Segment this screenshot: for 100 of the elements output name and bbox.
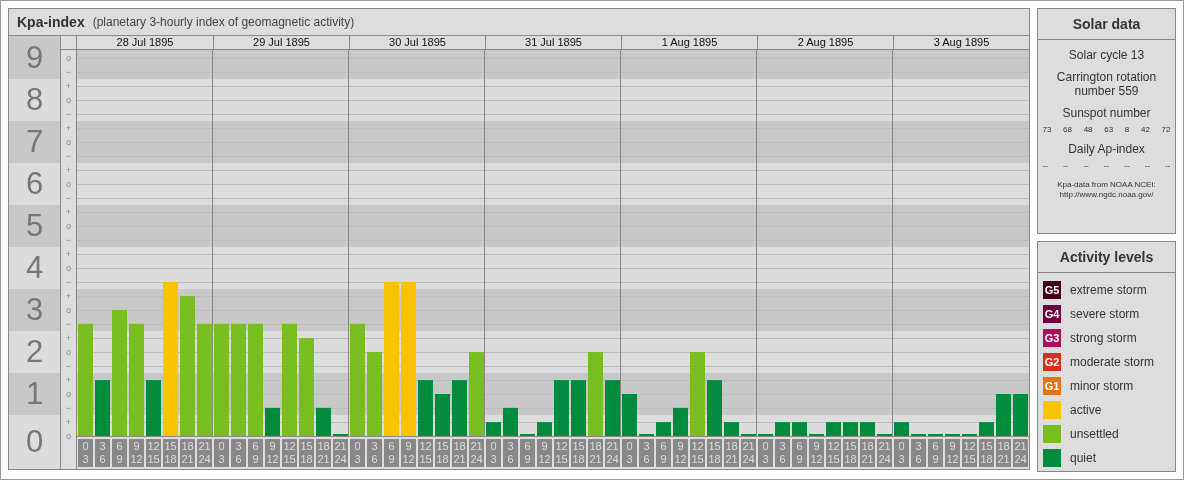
time-slot-label: 0 3	[486, 439, 501, 467]
kp-bar	[707, 380, 722, 436]
time-slot-label: 6 9	[928, 439, 943, 467]
time-slot-label: 21 24	[605, 439, 620, 467]
kp-bar	[435, 394, 450, 436]
legend-label: extreme storm	[1070, 283, 1147, 297]
kp-bar	[843, 422, 858, 436]
legend-label: severe storm	[1070, 307, 1140, 321]
chart-subtitle: (planetary 3-hourly index of geomagnetic activity)	[92, 15, 355, 29]
step-label: o	[65, 388, 72, 401]
time-slot-label: 18 21	[316, 439, 331, 467]
step-label: −	[64, 234, 73, 247]
time-slot-label: 9 12	[129, 439, 144, 467]
ap-index-value: --	[1124, 161, 1130, 170]
time-slot-label: 0 3	[214, 439, 229, 467]
data-source-note: Kpa-data from NOAA NCEI: http://www.ngdc.noaa.gov/	[1056, 180, 1157, 200]
time-slot-label: 18 21	[724, 439, 739, 467]
time-slot-label: 0 3	[78, 439, 93, 467]
time-slot-label: 6 9	[520, 439, 535, 467]
solar-cycle: Solar cycle 13	[1067, 48, 1146, 62]
step-label: −	[64, 402, 73, 415]
kp-bar	[554, 380, 569, 436]
ap-index-value: --	[1165, 161, 1171, 170]
step-label: +	[64, 374, 73, 387]
time-slot-label: 0 3	[894, 439, 909, 467]
storm-level-badge: G4	[1043, 305, 1061, 323]
time-slot-label: 21 24	[877, 439, 892, 467]
chart-title: Kpa-index	[17, 14, 85, 30]
kp-bar	[622, 394, 637, 436]
legend-label: strong storm	[1070, 331, 1137, 345]
time-slot-label: 15 18	[571, 439, 586, 467]
step-label: −	[64, 192, 73, 205]
kp-bar	[605, 380, 620, 436]
storm-level-badge: G3	[1043, 329, 1061, 347]
panel-title: Solar data	[1038, 9, 1175, 40]
time-slot-label: 9 12	[809, 439, 824, 467]
time-slot-label: 12 15	[554, 439, 569, 467]
legend-label: active	[1070, 403, 1102, 417]
step-label: +	[64, 122, 73, 135]
kp-bar	[894, 422, 909, 436]
y-axis-label: 3	[9, 289, 60, 331]
step-label: −	[64, 360, 73, 373]
sunspot-number: 73	[1042, 125, 1052, 134]
step-label: o	[65, 430, 72, 443]
step-label: −	[64, 276, 73, 289]
time-slot-label: 9 12	[945, 439, 960, 467]
time-slot-label: 3 6	[911, 439, 926, 467]
storm-level-badge: G1	[1043, 377, 1061, 395]
step-label: +	[64, 416, 73, 429]
time-slot-label: 12 15	[826, 439, 841, 467]
step-label: +	[64, 80, 73, 93]
legend-label: moderate storm	[1070, 355, 1155, 369]
kp-bar	[486, 422, 501, 436]
time-slot-label: 6 9	[384, 439, 399, 467]
kp-bar	[452, 380, 467, 436]
kp-bar	[316, 407, 331, 436]
sunspot-number: 68	[1063, 125, 1072, 134]
sunspot-number: 63	[1104, 125, 1114, 134]
date-header: 29 Jul 1895	[213, 36, 349, 49]
legend-label: quiet	[1070, 451, 1097, 465]
y-axis-label: 9	[9, 36, 60, 79]
legend-label: unsettled	[1070, 427, 1119, 441]
time-slot-label: 3 6	[367, 439, 382, 467]
time-slot-label: 18 21	[452, 439, 467, 467]
time-slot-label: 21 24	[197, 439, 212, 467]
ap-index-value: --	[1042, 161, 1048, 170]
time-slot-label: 15 18	[435, 439, 450, 467]
time-slot-label: 9 12	[401, 439, 416, 467]
date-header: 3 Aug 1895	[893, 36, 1029, 49]
kp-bar	[775, 422, 790, 436]
time-slot-label: 15 18	[299, 439, 314, 467]
legend-label: minor storm	[1070, 379, 1134, 393]
step-label: +	[64, 206, 73, 219]
ap-index-value: --	[1144, 161, 1150, 170]
ap-index-value: --	[1062, 161, 1069, 170]
ap-index-value: --	[1103, 161, 1110, 170]
y-axis-label: 7	[9, 121, 60, 163]
step-label: o	[65, 52, 72, 65]
kp-bar	[95, 380, 110, 436]
time-slot-label: 6 9	[792, 439, 807, 467]
kp-bar	[724, 422, 739, 436]
sunspot-number: 72	[1161, 125, 1171, 134]
ap-index-title: Daily Ap-index	[1067, 142, 1146, 156]
step-label: o	[65, 178, 72, 191]
time-slot-label: 3 6	[231, 439, 246, 467]
time-slot-label: 15 18	[843, 439, 858, 467]
step-label: −	[64, 150, 73, 163]
sunspot-number: 42	[1140, 125, 1150, 134]
step-label: o	[65, 220, 72, 233]
kp-bar	[1013, 394, 1028, 436]
time-slot-label: 12 15	[418, 439, 433, 467]
step-label: o	[65, 94, 72, 107]
kp-bar	[571, 380, 586, 436]
time-slot-label: 3 6	[775, 439, 790, 467]
time-slot-label: 21 24	[741, 439, 756, 467]
kp-bar	[979, 422, 994, 436]
time-slot-label: 12 15	[962, 439, 977, 467]
time-slot-label: 15 18	[979, 439, 994, 467]
step-label: o	[65, 346, 72, 359]
time-slot-label: 21 24	[469, 439, 484, 467]
